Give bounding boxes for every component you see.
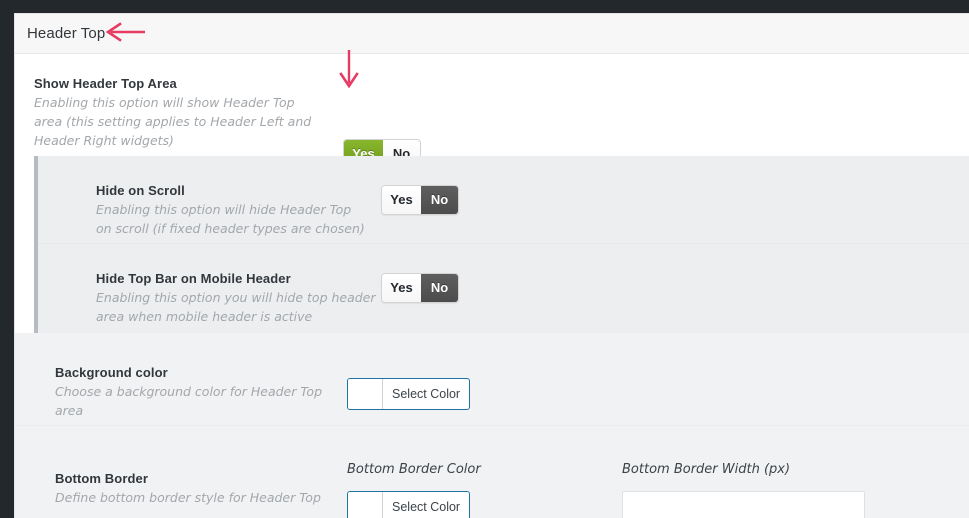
section-header: Header Top <box>15 14 969 54</box>
color-picker-background-color[interactable]: Select Color <box>347 378 471 410</box>
field-description-hide-top-bar-on-mobile-header: Enabling this option you will hide top h… <box>96 290 376 324</box>
field-row-show-header-top-area: Show Header Top Area Enabling this optio… <box>15 54 969 169</box>
toggle-option-yes[interactable]: Yes <box>382 186 421 214</box>
field-row-hide-on-scroll: Hide on Scroll Enabling this option will… <box>38 156 969 244</box>
bottom-border-width-input[interactable] <box>622 491 865 518</box>
toggle-hide-top-bar-on-mobile-header[interactable]: Yes No <box>381 273 459 303</box>
nested-settings-group: Hide on Scroll Enabling this option will… <box>34 156 969 333</box>
field-label-bottom-border: Bottom Border <box>55 471 149 486</box>
color-swatch[interactable] <box>348 379 383 409</box>
page-title: Header Top <box>27 25 106 42</box>
field-label-show-header-top-area: Show Header Top Area <box>34 76 177 91</box>
color-picker-bottom-border-color[interactable]: Select Color <box>347 491 471 518</box>
toggle-hide-on-scroll[interactable]: Yes No <box>381 185 459 215</box>
color-swatch[interactable] <box>348 492 383 518</box>
toggle-option-no[interactable]: No <box>421 274 458 302</box>
field-label-background-color: Background color <box>55 365 168 380</box>
field-description-hide-on-scroll: Enabling this option will hide Header To… <box>96 202 365 236</box>
field-row-bottom-border: Bottom Border Define bottom border style… <box>15 426 969 518</box>
field-label-hide-on-scroll: Hide on Scroll <box>96 183 185 198</box>
field-row-background-color: Background color Choose a background col… <box>15 333 969 426</box>
sub-label-bottom-border-width: Bottom Border Width (px) <box>622 462 791 477</box>
toggle-option-yes[interactable]: Yes <box>382 274 421 302</box>
toggle-option-no[interactable]: No <box>421 186 458 214</box>
field-description-bottom-border: Define bottom border style for Header To… <box>55 490 321 505</box>
field-row-hide-top-bar-on-mobile-header: Hide Top Bar on Mobile Header Enabling t… <box>38 244 969 332</box>
field-label-hide-top-bar-on-mobile-header: Hide Top Bar on Mobile Header <box>96 271 291 286</box>
field-description-background-color: Choose a background color for Header Top… <box>55 384 323 418</box>
select-color-label[interactable]: Select Color <box>383 379 469 409</box>
field-description-show-header-top-area: Enabling this option will show Header To… <box>34 95 312 148</box>
sub-label-bottom-border-color: Bottom Border Color <box>347 462 481 477</box>
select-color-label[interactable]: Select Color <box>383 492 469 518</box>
settings-panel: Header Top Show Header Top Area Enabling… <box>14 13 969 518</box>
